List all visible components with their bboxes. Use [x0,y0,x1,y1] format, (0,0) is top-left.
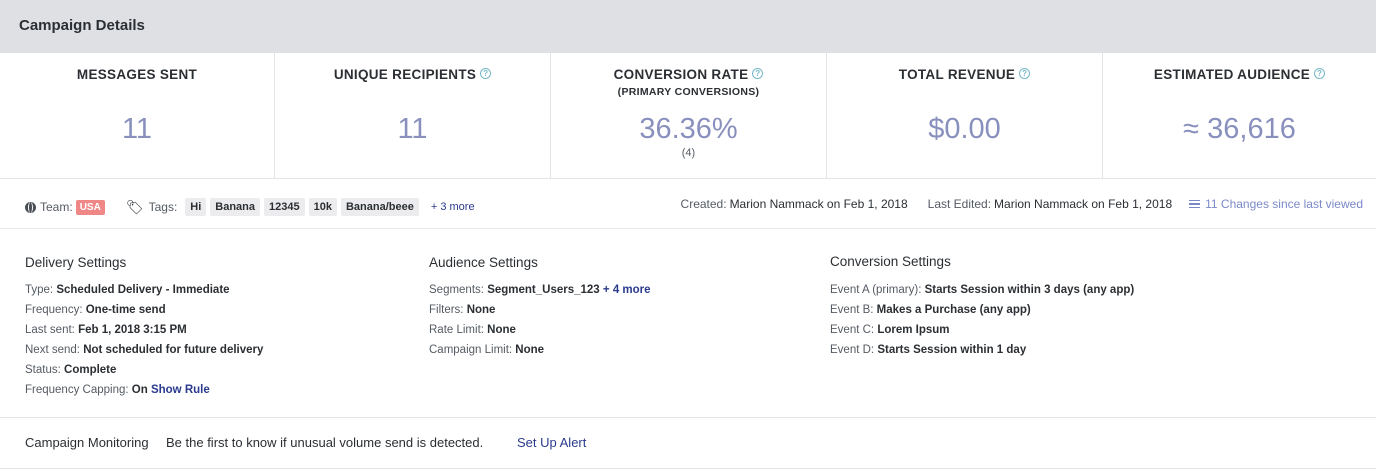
created-value: Marion Nammack on Feb 1, 2018 [729,197,908,211]
help-icon[interactable]: ? [752,68,764,79]
delivery-frequency-capping-row: Frequency Capping: On Show Rule [25,384,210,396]
monitoring-title: Campaign Monitoring [25,435,149,450]
page-header: Campaign Details [0,0,1376,53]
team-badge: USA [75,199,105,215]
stat-value: 11 [397,113,428,145]
team-label: Team: [40,200,73,214]
tags-more-link[interactable]: + 3 more [431,201,475,213]
stat-messages-sent: MESSAGES SENT 11 [0,53,274,179]
delivery-type-row: Type: Scheduled Delivery - Immediate [25,284,230,296]
stat-label: TOTAL REVENUE? [827,67,1102,82]
delivery-frequency-row: Frequency: One-time send [25,304,166,316]
stat-note: (4) [681,147,696,159]
audience-campaign-limit-row: Campaign Limit: None [429,344,545,356]
audience-rate-limit-row: Rate Limit: None [429,324,516,336]
help-icon[interactable]: ? [1314,68,1326,79]
audience-settings-title: Audience Settings [429,255,538,270]
edited-value: Marion Nammack on Feb 1, 2018 [994,197,1173,211]
tag[interactable]: Banana/beee [340,198,419,216]
show-rule-link[interactable]: Show Rule [151,384,210,396]
stat-unique-recipients: UNIQUE RECIPIENTS? 11 [274,53,550,179]
stat-value: 36.36% [639,113,738,145]
tags-label: Tags: [148,200,178,214]
stat-sublabel: (PRIMARY CONVERSIONS) [617,86,760,98]
team-and-tags: Team: USA 🏷︎ Tags: Hi Banana 12345 10k B… [25,198,475,216]
stat-value: ≈ 36,616 [1183,113,1296,145]
tag-icon: 🏷︎ [125,199,144,215]
conversion-event-c-row: Event C: Lorem Ipsum [830,324,950,336]
stat-value: $0.00 [928,113,1001,145]
globe-icon [25,201,36,213]
conversion-settings-title: Conversion Settings [830,254,951,269]
created-label: Created: [680,197,727,211]
help-icon[interactable]: ? [1019,68,1031,79]
stat-total-revenue: TOTAL REVENUE? $0.00 [826,53,1102,179]
changes-link[interactable]: 11 Changes since last viewed [1189,197,1363,211]
stat-conversion-rate: CONVERSION RATE? (PRIMARY CONVERSIONS) 3… [550,53,826,179]
delivery-settings-title: Delivery Settings [25,255,127,270]
audience-segments-row: Segments: Segment_Users_123 + 4 more [429,284,651,296]
edited-label: Last Edited: [927,197,992,211]
settings-section: Delivery Settings Type: Scheduled Delive… [0,229,1376,418]
set-up-alert-link[interactable]: Set Up Alert [517,435,586,450]
stat-value: 11 [121,113,153,145]
edit-history: Created: Marion Nammack on Feb 1, 2018 L… [681,197,1363,211]
list-icon [1189,200,1201,208]
delivery-next-send-row: Next send: Not scheduled for future deli… [25,344,264,356]
help-icon[interactable]: ? [480,68,492,79]
conversion-event-b-row: Event B: Makes a Purchase (any app) [830,304,1031,316]
tag[interactable]: Hi [185,198,207,216]
changes-link-label: 11 Changes since last viewed [1205,197,1363,211]
conversion-event-a-row: Event A (primary): Starts Session within… [830,284,1135,296]
stat-label: MESSAGES SENT [76,67,198,82]
conversion-event-d-row: Event D: Starts Session within 1 day [830,344,1027,356]
stat-label: CONVERSION RATE? [551,67,826,82]
stat-label: UNIQUE RECIPIENTS? [275,67,550,82]
tag[interactable]: 12345 [264,198,305,216]
campaign-monitoring: Campaign Monitoring Be the first to know… [0,419,1376,469]
audience-filters-row: Filters: None [429,304,496,316]
delivery-status-row: Status: Complete [25,364,117,376]
campaign-meta: Team: USA 🏷︎ Tags: Hi Banana 12345 10k B… [0,179,1376,229]
tag[interactable]: 10k [308,198,337,216]
delivery-last-sent-row: Last sent: Feb 1, 2018 3:15 PM [25,324,187,336]
stats-bar: MESSAGES SENT 11 UNIQUE RECIPIENTS? 11 C… [0,53,1376,179]
monitoring-text: Be the first to know if unusual volume s… [166,435,484,450]
segments-more-link[interactable]: + 4 more [603,284,651,296]
stat-label: ESTIMATED AUDIENCE? [1103,67,1376,82]
tag[interactable]: Banana [210,198,261,216]
stat-estimated-audience: ESTIMATED AUDIENCE? ≈ 36,616 [1102,53,1376,179]
page-title: Campaign Details [19,17,145,34]
